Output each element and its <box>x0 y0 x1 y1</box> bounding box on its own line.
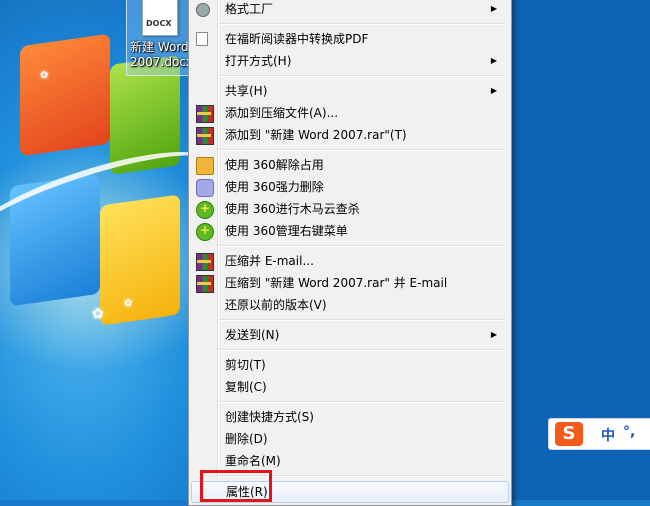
menu-item-copy[interactable]: 复制(C) <box>191 377 507 397</box>
winrar-icon <box>196 105 214 123</box>
windows-logo-red-pane <box>20 33 110 157</box>
menu-item-360-shred[interactable]: 使用 360强力删除 <box>191 177 507 197</box>
menu-item-add-archive[interactable]: 添加到压缩文件(A)... <box>191 103 507 123</box>
file-name-label: 新建 Word 2007.docx <box>130 40 188 70</box>
menu-item-format-factory[interactable]: 格式工厂 ▶ <box>191 0 507 19</box>
menu-separator <box>219 23 505 25</box>
context-menu: 格式工厂 ▶ 在福昕阅读器中转换成PDF 打开方式(H) ▶ 共享(H) ▶ 添… <box>188 0 512 506</box>
menu-item-share[interactable]: 共享(H) ▶ <box>191 81 507 101</box>
menu-separator <box>219 349 505 351</box>
menu-separator <box>219 245 505 247</box>
menu-item-foxit-pdf[interactable]: 在福昕阅读器中转换成PDF <box>191 29 507 49</box>
desktop-file-docx[interactable]: DOCX 新建 Word 2007.docx <box>128 0 188 72</box>
flower-icon: ✿ <box>40 70 49 81</box>
menu-item-create-shortcut[interactable]: 创建快捷方式(S) <box>191 407 507 427</box>
submenu-arrow-icon: ▶ <box>490 56 497 65</box>
file-name-line1: 新建 Word <box>130 40 188 54</box>
menu-item-delete[interactable]: 删除(D) <box>191 429 507 449</box>
ime-toolbar[interactable]: S 中 °, <box>548 418 650 450</box>
menu-item-restore-versions[interactable]: 还原以前的版本(V) <box>191 295 507 315</box>
menu-item-cut[interactable]: 剪切(T) <box>191 355 507 375</box>
winrar-icon <box>196 127 214 145</box>
menu-separator <box>219 75 505 77</box>
ime-punctuation-toggle[interactable]: °, <box>623 424 635 440</box>
winrar-icon <box>196 275 214 293</box>
menu-item-rename[interactable]: 重命名(M) <box>191 451 507 471</box>
menu-item-send-to[interactable]: 发送到(N) ▶ <box>191 325 507 345</box>
annotation-highlight-box <box>200 470 272 502</box>
file-type-tag: DOCX <box>146 19 172 28</box>
menu-separator <box>219 149 505 151</box>
menu-separator <box>219 319 505 321</box>
menu-item-360-manage[interactable]: + 使用 360管理右键菜单 <box>191 221 507 241</box>
submenu-arrow-icon: ▶ <box>490 4 497 13</box>
format-factory-icon <box>196 3 210 17</box>
docx-file-icon: DOCX <box>142 0 178 36</box>
360-scan-icon: + <box>196 201 214 219</box>
360-unlock-icon <box>196 157 214 175</box>
menu-item-compress-to-rar-email[interactable]: 压缩到 "新建 Word 2007.rar" 并 E-mail <box>191 273 507 293</box>
menu-separator <box>219 401 505 403</box>
menu-item-add-to-rar[interactable]: 添加到 "新建 Word 2007.rar"(T) <box>191 125 507 145</box>
sogou-logo-icon[interactable]: S <box>555 422 583 446</box>
winrar-icon <box>196 253 214 271</box>
flower-icon: ✿ <box>92 306 104 322</box>
menu-item-360-unlock[interactable]: 使用 360解除占用 <box>191 155 507 175</box>
ime-mode-toggle[interactable]: 中 <box>601 425 615 445</box>
menu-item-open-with[interactable]: 打开方式(H) ▶ <box>191 51 507 71</box>
submenu-arrow-icon: ▶ <box>490 86 497 95</box>
file-name-line2: 2007.docx <box>130 55 188 69</box>
360-shred-icon <box>196 179 214 197</box>
360-manage-icon: + <box>196 223 214 241</box>
submenu-arrow-icon: ▶ <box>490 330 497 339</box>
foxit-convert-icon <box>196 32 208 46</box>
flower-icon: ✿ <box>124 298 133 309</box>
menu-item-360-scan[interactable]: + 使用 360进行木马云查杀 <box>191 199 507 219</box>
menu-item-compress-email[interactable]: 压缩并 E-mail... <box>191 251 507 271</box>
